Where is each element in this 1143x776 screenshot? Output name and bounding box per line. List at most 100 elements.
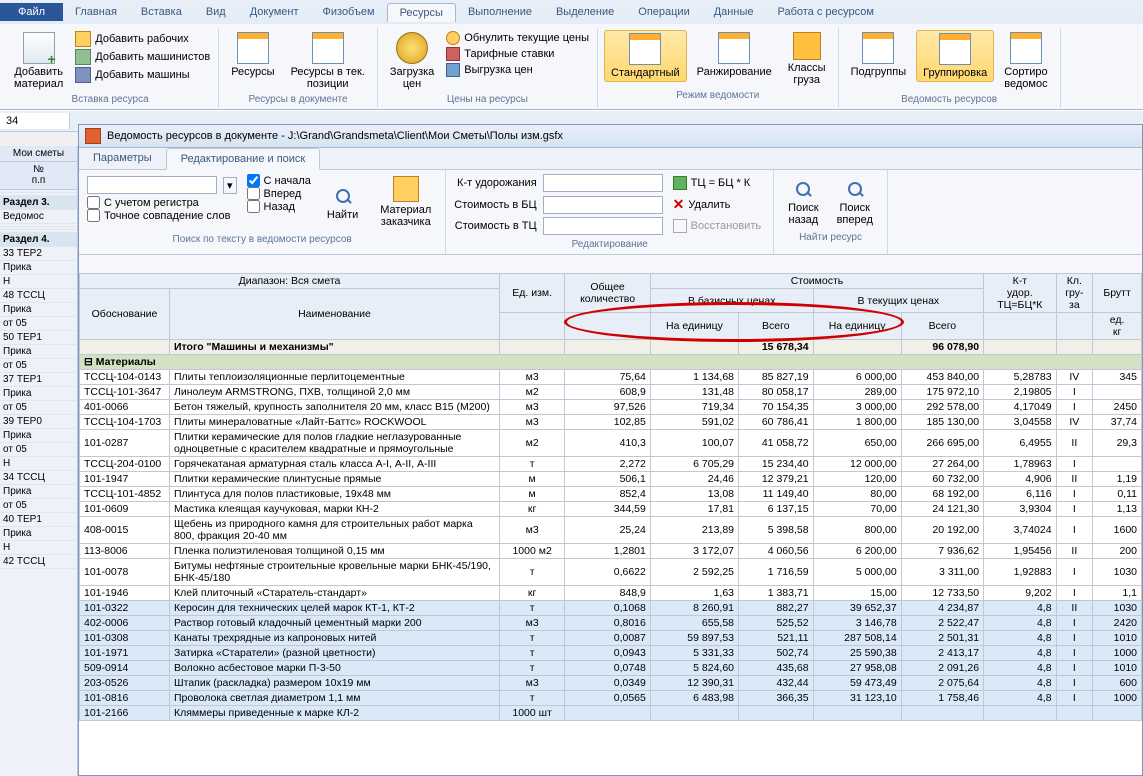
table-row[interactable]: 509-0914Волокно асбестовое марки П-3-50т…: [80, 661, 1142, 676]
table-row[interactable]: 203-0526Штапик (раскладка) размером 10х1…: [80, 676, 1142, 691]
zero-prices-button[interactable]: Обнулить текущие цены: [444, 30, 591, 46]
tab-file[interactable]: Файл: [0, 3, 63, 21]
col-gross[interactable]: Брутт: [1093, 274, 1142, 313]
left-row[interactable]: Прика: [0, 485, 77, 499]
delete-button[interactable]: ✕Удалить: [669, 195, 765, 214]
left-row[interactable]: Прика: [0, 261, 77, 275]
search-forward-button[interactable]: Поиск вперед: [831, 174, 879, 228]
tab-resources[interactable]: Ресурсы: [387, 3, 456, 22]
col-base-unit[interactable]: На единицу: [650, 313, 738, 340]
table-row[interactable]: 101-0609Мастика клеящая каучуковая, марк…: [80, 502, 1142, 517]
add-workers-button[interactable]: Добавить рабочих: [73, 30, 212, 48]
table-row[interactable]: 408-0015Щебень из природного камня для с…: [80, 517, 1142, 544]
left-row[interactable]: 50 ТЕР1: [0, 331, 77, 345]
table-row[interactable]: 101-0816Проволока светлая диаметром 1,1 …: [80, 691, 1142, 706]
left-tab-my-smety[interactable]: Мои сметы: [0, 146, 77, 162]
left-row[interactable]: Раздел 3.: [0, 196, 77, 210]
tab-data[interactable]: Данные: [702, 3, 766, 21]
col-unit[interactable]: Ед. изм.: [500, 274, 565, 313]
cost-cur-input[interactable]: [543, 217, 663, 235]
col-cargo-class[interactable]: Кл. гру- за: [1056, 274, 1093, 313]
cost-base-input[interactable]: [543, 196, 663, 214]
left-row[interactable]: Прика: [0, 429, 77, 443]
add-machines-button[interactable]: Добавить машины: [73, 66, 212, 84]
left-row[interactable]: Раздел 4.: [0, 233, 77, 247]
table-row[interactable]: 101-0308Канаты трехрядные из капроновых …: [80, 631, 1142, 646]
table-row[interactable]: ТССЦ-104-1703Плиты минераловатные «Лайт-…: [80, 415, 1142, 430]
find-button[interactable]: Найти: [321, 174, 364, 230]
search-text-input[interactable]: [87, 176, 217, 194]
cell-reference[interactable]: 34: [0, 113, 70, 129]
left-row[interactable]: от 05: [0, 401, 77, 415]
table-row[interactable]: 101-0078Битумы нефтяные строительные кро…: [80, 559, 1142, 586]
col-coef[interactable]: К-т удор. ТЦ=БЦ*К: [984, 274, 1057, 313]
left-row[interactable]: Прика: [0, 527, 77, 541]
table-row[interactable]: ТССЦ-104-0143Плиты теплоизоляционные пер…: [80, 370, 1142, 385]
left-row[interactable]: Прика: [0, 387, 77, 401]
left-row[interactable]: Прика: [0, 345, 77, 359]
left-row[interactable]: Н: [0, 457, 77, 471]
table-row[interactable]: ТССЦ-101-4852Плинтуса для полов пластико…: [80, 487, 1142, 502]
left-row[interactable]: Прика: [0, 303, 77, 317]
subtab-params[interactable]: Параметры: [79, 148, 166, 169]
standard-mode-button[interactable]: Стандартный: [604, 30, 687, 82]
grouping-button[interactable]: Группировка: [916, 30, 994, 82]
tariff-rates-button[interactable]: Тарифные ставки: [444, 46, 591, 62]
table-row[interactable]: 101-1947Плитки керамические плинтусные п…: [80, 472, 1142, 487]
left-row[interactable]: Ведомос: [0, 210, 77, 224]
resources-button[interactable]: Ресурсы: [225, 30, 280, 80]
table-row[interactable]: 401-0066Бетон тяжелый, крупность заполни…: [80, 400, 1142, 415]
left-row[interactable]: 48 ТССЦ: [0, 289, 77, 303]
table-row[interactable]: 101-2166Кляммеры приведенные к марке КЛ-…: [80, 706, 1142, 721]
left-row[interactable]: 40 ТЕР1: [0, 513, 77, 527]
tab-exec[interactable]: Выполнение: [456, 3, 544, 21]
tab-view[interactable]: Вид: [194, 3, 238, 21]
left-row[interactable]: Н: [0, 275, 77, 289]
formula-button[interactable]: ТЦ = БЦ * К: [669, 175, 765, 191]
col-basis[interactable]: Обоснование: [80, 289, 170, 340]
table-row[interactable]: 101-0322Керосин для технических целей ма…: [80, 601, 1142, 616]
left-row[interactable]: Н: [0, 541, 77, 555]
left-row[interactable]: 39 ТЕР0: [0, 415, 77, 429]
tab-main[interactable]: Главная: [63, 3, 129, 21]
from-start-checkbox[interactable]: [247, 174, 260, 187]
table-row[interactable]: ТССЦ-204-0100Горячекатаная арматурная ст…: [80, 457, 1142, 472]
left-row[interactable]: от 05: [0, 359, 77, 373]
case-sensitive-checkbox[interactable]: [87, 196, 100, 209]
resources-current-pos-button[interactable]: Ресурсы в тек. позиции: [285, 30, 371, 92]
resource-grid[interactable]: Диапазон: Вся смета Ед. изм. Общее колич…: [79, 273, 1142, 775]
coef-input[interactable]: [543, 174, 663, 192]
category-materials[interactable]: ⊟ Материалы: [80, 355, 1142, 370]
col-cur-total[interactable]: Всего: [901, 313, 983, 340]
exact-match-checkbox[interactable]: [87, 209, 100, 222]
sorting-button[interactable]: Сортиро ведомос: [998, 30, 1053, 92]
col-name[interactable]: Наименование: [170, 289, 500, 340]
customer-material-button[interactable]: Материал заказчика: [374, 174, 437, 230]
table-row[interactable]: ТССЦ-101-3647Линолеум ARMSTRONG, ПХВ, то…: [80, 385, 1142, 400]
search-back-button[interactable]: Поиск назад: [782, 174, 824, 228]
table-row[interactable]: 101-1971Затирка «Старатели» (разной цвет…: [80, 646, 1142, 661]
table-row[interactable]: 402-0006Раствор готовый кладочный цемент…: [80, 616, 1142, 631]
add-machinists-button[interactable]: Добавить машинистов: [73, 48, 212, 66]
restore-button[interactable]: Восстановить: [669, 218, 765, 234]
col-total-qty[interactable]: Общее количество: [565, 274, 651, 313]
table-row[interactable]: 113-8006Пленка полиэтиленовая толщиной 0…: [80, 544, 1142, 559]
left-row[interactable]: от 05: [0, 443, 77, 457]
load-prices-button[interactable]: Загрузка цен: [384, 30, 440, 92]
tab-operations[interactable]: Операции: [626, 3, 701, 21]
ranking-button[interactable]: Ранжирование: [691, 30, 778, 80]
cargo-classes-button[interactable]: Классы груза: [782, 30, 832, 88]
add-material-button[interactable]: Добавить материал: [8, 30, 69, 92]
subtab-edit-search[interactable]: Редактирование и поиск: [166, 148, 321, 170]
table-row[interactable]: 101-0287Плитки керамические для полов гл…: [80, 430, 1142, 457]
left-row[interactable]: от 05: [0, 317, 77, 331]
col-cur-unit[interactable]: На единицу: [813, 313, 901, 340]
tab-selection[interactable]: Выделение: [544, 3, 626, 21]
left-row[interactable]: от 05: [0, 499, 77, 513]
search-dropdown-icon[interactable]: ▾: [223, 177, 237, 194]
left-row[interactable]: 37 ТЕР1: [0, 373, 77, 387]
forward-checkbox[interactable]: [247, 187, 260, 200]
tab-work-with-resource[interactable]: Работа с ресурсом: [765, 3, 885, 21]
table-row[interactable]: 101-1946Клей плиточный «Старатель-станда…: [80, 586, 1142, 601]
tab-insert[interactable]: Вставка: [129, 3, 194, 21]
